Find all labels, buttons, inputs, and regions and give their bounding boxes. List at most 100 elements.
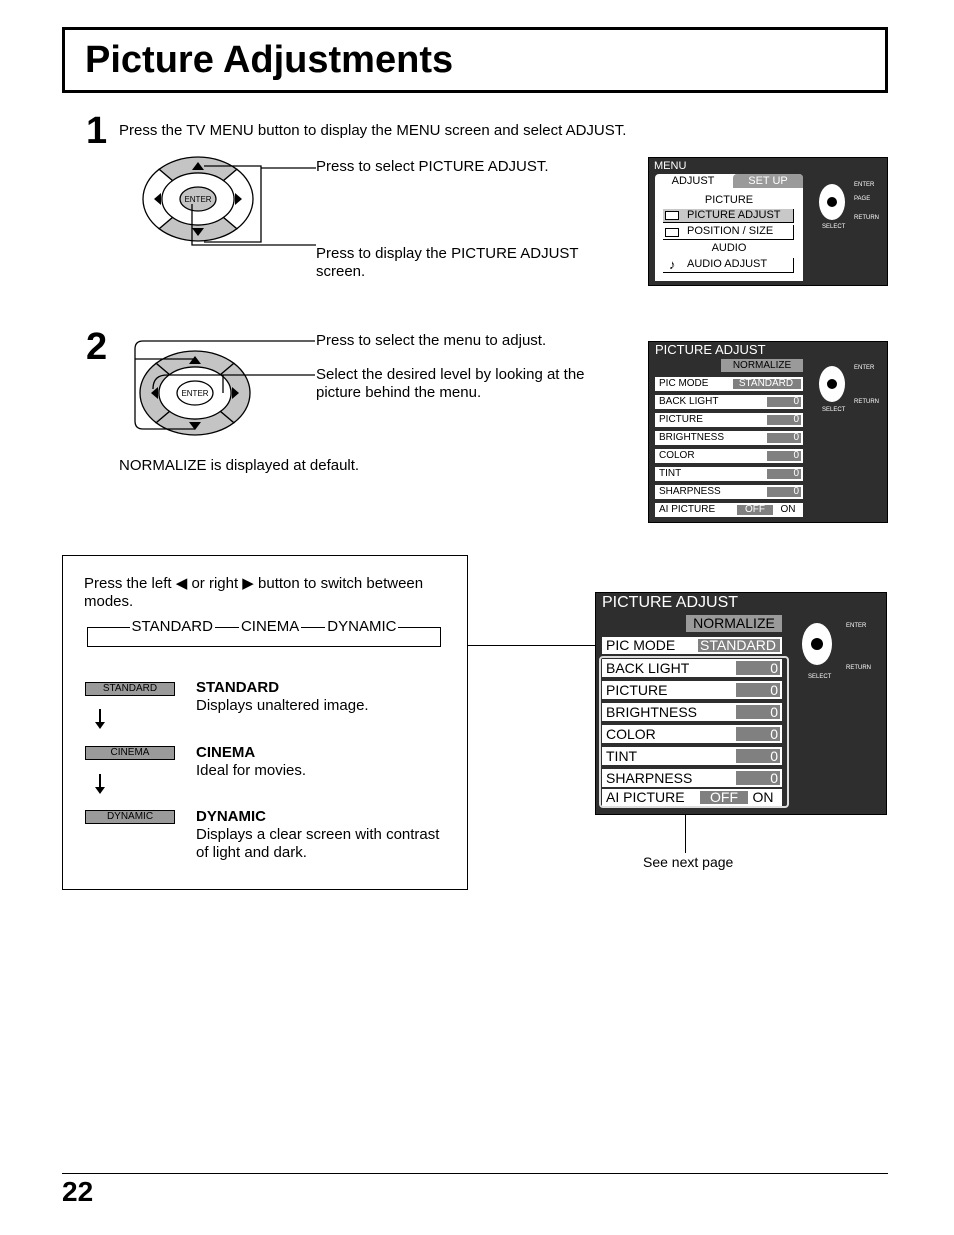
adjust-row[interactable]: PICTURE 0 — [602, 681, 782, 699]
row-label: PICTURE — [659, 414, 703, 425]
row-label: SHARPNESS — [606, 770, 693, 786]
cycle-standard: STANDARD — [129, 618, 215, 636]
row-label: TINT — [659, 468, 682, 479]
step-1-text: Press the TV MENU button to display the … — [119, 122, 627, 139]
left-arrow-icon: ◀ — [175, 575, 188, 592]
adjust-row[interactable]: PICTURE 0 — [655, 413, 803, 427]
dynamic-badge: DYNAMIC — [85, 810, 175, 824]
callout-display: Press to display the PICTURE ADJUST scre… — [316, 245, 579, 280]
row-label: PICTURE — [606, 682, 668, 698]
normalize-note: NORMALIZE is displayed at default. — [119, 457, 360, 474]
ai-on-option[interactable]: ON — [750, 789, 776, 806]
navigation-pad-icon — [802, 623, 832, 665]
nav-return: RETURN — [854, 399, 879, 405]
row-label: BRIGHTNESS — [659, 432, 725, 443]
step-2-number: 2 — [86, 326, 108, 368]
nav-page: PAGE — [854, 196, 871, 202]
enter-label: ENTER — [184, 195, 211, 204]
adjust-row[interactable]: COLOR 0 — [602, 725, 782, 743]
ai-on-option[interactable]: ON — [775, 503, 801, 517]
section-audio: AUDIO — [711, 242, 747, 254]
mode-cycle: STANDARD CINEMA DYNAMIC — [87, 618, 442, 636]
row-value: 0 — [767, 487, 801, 497]
enter-label: ENTER — [181, 389, 208, 398]
adjust-row[interactable]: SHARPNESS 0 — [655, 485, 803, 499]
item-label: PICTURE ADJUST — [687, 209, 781, 221]
row-label: COLOR — [606, 726, 656, 742]
nav-enter: ENTER — [854, 365, 875, 371]
navigation-pad-icon — [819, 184, 845, 220]
nav-enter: ENTER — [846, 623, 867, 629]
cinema-badge: CINEMA — [85, 746, 175, 760]
picture-adjust-screen-large: PICTURE ADJUST NORMALIZE PIC MODE STANDAR… — [595, 592, 887, 815]
row-value: 0 — [767, 469, 801, 479]
menu-item-picture-adjust[interactable]: PICTURE ADJUST — [663, 209, 794, 223]
music-note-icon: ♪ — [669, 257, 676, 272]
menu-title: MENU — [654, 160, 687, 172]
cycle-cinema: CINEMA — [238, 618, 302, 636]
step-1-number: 1 — [86, 110, 108, 152]
row-label: TINT — [606, 748, 638, 764]
row-label: AI PICTURE — [606, 789, 685, 805]
row-value: 0 — [767, 433, 801, 443]
row-value: 0 — [736, 727, 780, 741]
screen-title: PICTURE ADJUST — [602, 594, 739, 611]
menu-screen: MENU ADJUST SET UP PICTURE PICTURE ADJUS… — [648, 157, 888, 286]
item-label: AUDIO ADJUST — [687, 258, 768, 270]
adjust-row[interactable]: BRIGHTNESS 0 — [602, 703, 782, 721]
connector-line — [468, 645, 600, 646]
modes-box: Press the left ◀ or right ▶ button to sw… — [62, 555, 468, 890]
down-arrow-icon — [95, 774, 105, 794]
adjust-row[interactable]: TINT 0 — [655, 467, 803, 481]
menu-item-audio-adjust[interactable]: ♪ AUDIO ADJUST — [663, 257, 794, 273]
row-value: 0 — [767, 451, 801, 461]
nav-return: RETURN — [854, 215, 879, 221]
ai-picture-row[interactable]: AI PICTURE OFF ON — [602, 789, 782, 806]
mode-dynamic: DYNAMIC Displays a clear screen with cont… — [196, 808, 440, 861]
row-label: BACK LIGHT — [606, 660, 690, 676]
mode-standard: STANDARD Displays unaltered image. — [196, 679, 369, 714]
screen-title: PICTURE ADJUST — [655, 342, 766, 357]
ai-picture-row[interactable]: AI PICTURE OFF ON — [655, 503, 803, 517]
ai-off-option[interactable]: OFF — [737, 505, 773, 515]
tab-setup[interactable]: SET UP — [733, 174, 803, 188]
remote-control-step1: ENTER — [142, 156, 316, 246]
standard-badge: STANDARD — [85, 682, 175, 696]
row-value: 0 — [736, 749, 780, 763]
nav-select: SELECT — [822, 224, 846, 230]
adjust-row[interactable]: BRIGHTNESS 0 — [655, 431, 803, 445]
adjust-row[interactable]: BACK LIGHT 0 — [602, 659, 782, 677]
pic-mode-value: STANDARD — [733, 379, 801, 389]
tab-adjust[interactable]: ADJUST — [655, 174, 731, 187]
menu-item-position-size[interactable]: POSITION / SIZE — [663, 225, 794, 240]
row-value: 0 — [736, 683, 780, 697]
row-value: 0 — [767, 415, 801, 425]
adjust-row[interactable]: TINT 0 — [602, 747, 782, 765]
row-value: 0 — [736, 705, 780, 719]
adjust-row[interactable]: SHARPNESS 0 — [602, 769, 782, 787]
cycle-dynamic: DYNAMIC — [325, 618, 399, 636]
item-label: POSITION / SIZE — [687, 225, 774, 237]
pic-mode-row[interactable]: PIC MODE STANDARD — [602, 637, 782, 654]
normalize-button[interactable]: NORMALIZE — [686, 615, 782, 632]
nav-return: RETURN — [846, 665, 871, 671]
row-label: AI PICTURE — [659, 504, 716, 515]
normalize-button[interactable]: NORMALIZE — [721, 359, 803, 372]
adjust-row[interactable]: COLOR 0 — [655, 449, 803, 463]
modes-instruction: Press the left ◀ or right ▶ button to sw… — [84, 575, 424, 610]
row-label: COLOR — [659, 450, 695, 461]
page-number: 22 — [62, 1176, 94, 1207]
row-value: 0 — [736, 661, 780, 675]
position-size-icon — [665, 228, 679, 237]
mode-cinema: CINEMA Ideal for movies. — [196, 744, 307, 779]
section-picture: PICTURE — [704, 194, 754, 206]
right-arrow-icon: ▶ — [242, 575, 254, 592]
row-label: BACK LIGHT — [659, 396, 719, 407]
callout-select-menu: Press to select the menu to adjust. — [316, 332, 547, 349]
picture-adjust-icon — [665, 211, 679, 220]
callout-select-level: Select the desired level by looking at t… — [316, 366, 585, 401]
ai-off-option[interactable]: OFF — [700, 790, 748, 804]
pic-mode-row[interactable]: PIC MODE STANDARD — [655, 377, 803, 391]
remote-control-step2: ENTER — [134, 340, 315, 436]
adjust-row[interactable]: BACK LIGHT 0 — [655, 395, 803, 409]
